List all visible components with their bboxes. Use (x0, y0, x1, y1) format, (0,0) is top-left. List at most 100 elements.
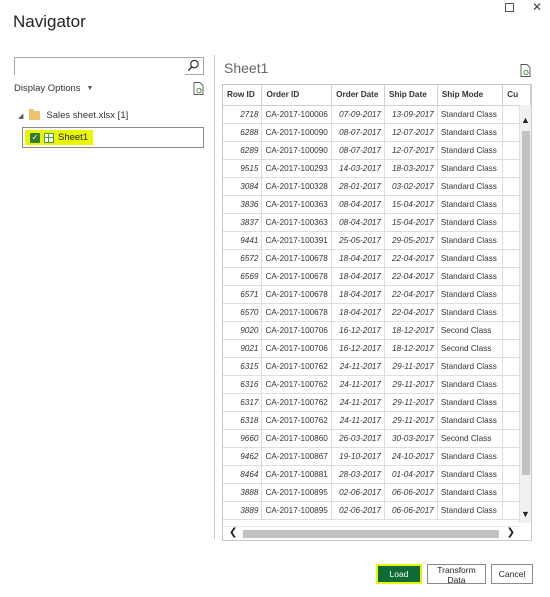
table-cell: Standard Class (437, 501, 504, 520)
display-options-dropdown[interactable]: Display Options ▼ (14, 83, 93, 94)
table-cell: 18-04-2017 (331, 249, 385, 268)
table-row[interactable]: 9021 CA-2017-100706 16-12-2017 18-12-2017 Se… (223, 339, 531, 358)
horizontal-scrollbar[interactable]: ❮ ❯ (223, 526, 521, 540)
table-cell: 22-04-2017 (384, 267, 438, 286)
table-cell: CA-2017-100363 (261, 213, 333, 232)
table-cell: Second Class (437, 321, 504, 340)
refresh-preview-icon[interactable] (520, 64, 531, 77)
table-cell: 07-09-2017 (331, 105, 385, 124)
search-input[interactable] (15, 60, 185, 77)
table-cell: 26-03-2017 (331, 429, 385, 448)
table-cell: Standard Class (437, 267, 504, 286)
transform-data-button[interactable]: Transform Data (427, 564, 486, 585)
table-row[interactable]: 3837 CA-2017-100363 08-04-2017 15-04-2017 St… (223, 213, 531, 232)
table-cell: CA-2017-100090 (261, 123, 333, 142)
table-cell: CA-2017-100895 (261, 483, 333, 502)
folder-icon (29, 109, 41, 120)
table-cell: CA-2017-100762 (261, 375, 333, 394)
table-cell: 14-03-2017 (331, 159, 385, 178)
table-cell: 9462 (223, 447, 263, 466)
tree-item-sheet[interactable]: ✓ Sheet1 (22, 127, 204, 148)
table-cell: 6570 (223, 303, 263, 322)
table-row[interactable]: 9515 CA-2017-100293 14-03-2017 18-03-2017 St… (223, 159, 531, 178)
table-cell: Standard Class (437, 357, 504, 376)
table-cell: Second Class (437, 339, 504, 358)
scroll-down-icon[interactable]: ▼ (521, 509, 530, 519)
sheet-label: Sheet1 (58, 132, 89, 143)
table-row[interactable]: 9660 CA-2017-100860 26-03-2017 30-03-2017 Se… (223, 429, 531, 448)
table-row[interactable]: 6317 CA-2017-100762 24-11-2017 29-11-2017 St… (223, 393, 531, 412)
maximize-button[interactable] (502, 0, 516, 14)
table-cell: 3836 (223, 195, 263, 214)
column-header[interactable]: Ship Date (384, 85, 438, 106)
table-cell: 12-07-2017 (384, 123, 438, 142)
table-cell: CA-2017-100090 (261, 141, 333, 160)
scroll-up-icon[interactable]: ▲ (521, 115, 530, 125)
close-button[interactable]: ✕ (530, 0, 544, 14)
table-body: 2718 CA-2017-100006 07-09-2017 13-09-2017 St… (223, 105, 531, 520)
table-cell: 08-07-2017 (331, 141, 385, 160)
table-row[interactable]: 6572 CA-2017-100678 18-04-2017 22-04-2017 St… (223, 249, 531, 268)
table-cell: Standard Class (437, 411, 504, 430)
table-row[interactable]: 6288 CA-2017-100090 08-07-2017 12-07-2017 St… (223, 123, 531, 142)
scroll-right-icon[interactable]: ❯ (507, 527, 515, 538)
table-row[interactable]: 8464 CA-2017-100881 28-03-2017 01-04-2017 St… (223, 465, 531, 484)
table-cell: 6315 (223, 357, 263, 376)
table-cell: 29-11-2017 (384, 375, 438, 394)
search-box (14, 57, 204, 77)
column-header[interactable]: Order Date (331, 85, 385, 106)
table-cell: 18-04-2017 (331, 267, 385, 286)
tree-item-file[interactable]: ◢ Sales sheet.xlsx [1] (18, 109, 128, 121)
load-button[interactable]: Load (376, 564, 422, 584)
table-cell: 28-03-2017 (331, 465, 385, 484)
horizontal-scroll-thumb[interactable] (243, 530, 499, 538)
table-row[interactable]: 6571 CA-2017-100678 18-04-2017 22-04-2017 St… (223, 285, 531, 304)
table-cell: 22-04-2017 (384, 249, 438, 268)
preview-table: Row ID Order ID Order Date Ship Date Ship Mo… (223, 85, 531, 520)
panel-divider (214, 55, 215, 539)
table-row[interactable]: 6569 CA-2017-100678 18-04-2017 22-04-2017 St… (223, 267, 531, 286)
table-row[interactable]: 6570 CA-2017-100678 18-04-2017 22-04-2017 St… (223, 303, 531, 322)
refresh-document-icon[interactable] (193, 82, 204, 95)
expand-triangle-icon[interactable]: ◢ (18, 112, 23, 120)
table-cell: 16-12-2017 (331, 321, 385, 340)
table-header-row: Row ID Order ID Order Date Ship Date Ship Mo… (223, 85, 531, 106)
table-row[interactable]: 6289 CA-2017-100090 08-07-2017 12-07-2017 St… (223, 141, 531, 160)
table-cell: 19-10-2017 (331, 447, 385, 466)
table-row[interactable]: 9441 CA-2017-100391 25-05-2017 29-05-2017 St… (223, 231, 531, 250)
table-row[interactable]: 2718 CA-2017-100006 07-09-2017 13-09-2017 St… (223, 105, 531, 124)
column-header[interactable]: Ship Mode (437, 85, 504, 106)
checkbox-checked-icon[interactable]: ✓ (30, 132, 40, 143)
column-header[interactable]: Row ID (223, 85, 263, 106)
table-row[interactable]: 3836 CA-2017-100363 08-04-2017 15-04-2017 St… (223, 195, 531, 214)
vertical-scrollbar[interactable]: ▲ ▼ (519, 105, 531, 523)
maximize-icon (504, 2, 514, 12)
table-row[interactable]: 6316 CA-2017-100762 24-11-2017 29-11-2017 St… (223, 375, 531, 394)
table-row[interactable]: 6318 CA-2017-100762 24-11-2017 29-11-2017 St… (223, 411, 531, 430)
table-cell: CA-2017-100706 (261, 339, 333, 358)
table-cell: CA-2017-100293 (261, 159, 333, 178)
table-row[interactable]: 3888 CA-2017-100895 02-06-2017 06-06-2017 St… (223, 483, 531, 502)
column-header[interactable]: Cu (502, 85, 531, 106)
table-cell: 2718 (223, 105, 263, 124)
table-row[interactable]: 9020 CA-2017-100706 16-12-2017 18-12-2017 Se… (223, 321, 531, 340)
table-cell: 3837 (223, 213, 263, 232)
table-cell: 06-06-2017 (384, 483, 438, 502)
table-cell: 9020 (223, 321, 263, 340)
table-row[interactable]: 3084 CA-2017-100328 28-01-2017 03-02-2017 St… (223, 177, 531, 196)
table-row[interactable]: 6315 CA-2017-100762 24-11-2017 29-11-2017 St… (223, 357, 531, 376)
table-cell: Standard Class (437, 393, 504, 412)
search-icon[interactable] (187, 59, 200, 72)
window-controls: ✕ (502, 0, 544, 14)
scroll-left-icon[interactable]: ❮ (229, 527, 237, 538)
table-cell: 24-11-2017 (331, 375, 385, 394)
column-header[interactable]: Order ID (261, 85, 333, 106)
table-cell: Standard Class (437, 213, 504, 232)
table-row[interactable]: 9462 CA-2017-100867 19-10-2017 24-10-2017 St… (223, 447, 531, 466)
table-cell: 6572 (223, 249, 263, 268)
table-row[interactable]: 3889 CA-2017-100895 02-06-2017 06-06-2017 St… (223, 501, 531, 520)
table-cell: 13-09-2017 (384, 105, 438, 124)
vertical-scroll-thumb[interactable] (522, 131, 530, 475)
cancel-button[interactable]: Cancel (491, 564, 533, 584)
table-cell: CA-2017-100762 (261, 357, 333, 376)
